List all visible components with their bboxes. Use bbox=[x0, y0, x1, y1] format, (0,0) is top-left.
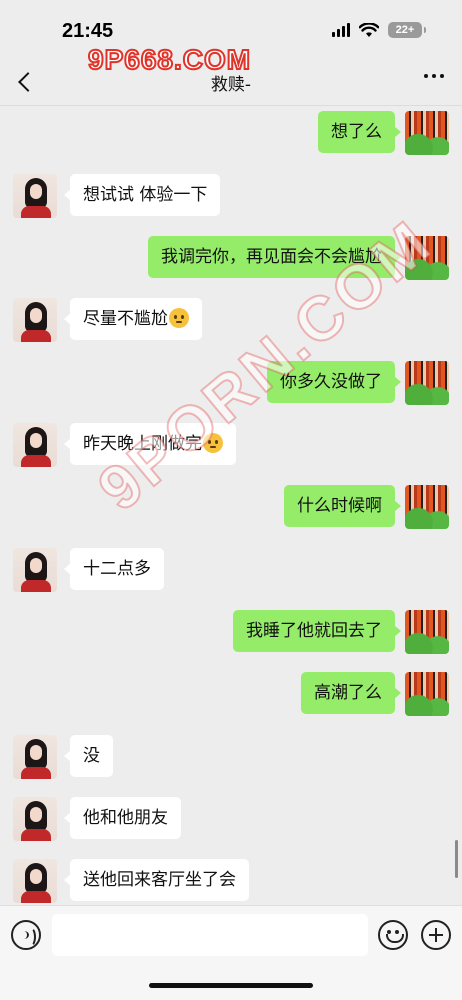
status-time: 21:45 bbox=[62, 20, 114, 42]
message-bubble[interactable]: 高潮了么 bbox=[301, 672, 401, 714]
message-bubble[interactable]: 他和他朋友 bbox=[64, 797, 181, 839]
battery-icon: 22+ bbox=[388, 22, 426, 38]
message-bubble[interactable]: 你多久没做了 bbox=[267, 361, 401, 403]
pleading-face-emoji-icon bbox=[169, 308, 189, 328]
signal-icon bbox=[332, 23, 350, 37]
message-row: 昨天晚上刚做完 bbox=[13, 423, 236, 467]
my-avatar[interactable] bbox=[405, 610, 449, 654]
message-text: 尽量不尴尬 bbox=[83, 309, 168, 329]
message-row: 尽量不尴尬 bbox=[13, 298, 202, 342]
message-bubble[interactable]: 没 bbox=[64, 735, 113, 777]
voice-icon[interactable] bbox=[11, 920, 41, 950]
message-row: 你多久没做了 bbox=[267, 361, 449, 405]
contact-avatar[interactable] bbox=[13, 735, 57, 779]
contact-avatar[interactable] bbox=[13, 797, 57, 841]
watermark-logo: 9P668.COM bbox=[87, 43, 252, 76]
contact-avatar[interactable] bbox=[13, 174, 57, 218]
message-bubble[interactable]: 我睡了他就回去了 bbox=[233, 610, 401, 652]
message-bubble[interactable]: 十二点多 bbox=[64, 548, 164, 590]
message-row: 想了么 bbox=[318, 111, 449, 155]
contact-avatar[interactable] bbox=[13, 423, 57, 467]
message-row: 我睡了他就回去了 bbox=[233, 610, 449, 654]
message-bubble[interactable]: 尽量不尴尬 bbox=[64, 298, 202, 340]
message-bubble[interactable]: 想试试 体验一下 bbox=[63, 174, 221, 216]
message-row: 想试试 体验一下 bbox=[13, 174, 221, 218]
message-bubble[interactable]: 什么时候啊 bbox=[284, 485, 401, 527]
scrollbar[interactable] bbox=[455, 840, 458, 878]
ellipsis-icon[interactable] bbox=[424, 74, 444, 78]
my-avatar[interactable] bbox=[405, 111, 449, 155]
my-avatar[interactable] bbox=[405, 236, 449, 280]
wifi-icon bbox=[359, 22, 379, 37]
message-input[interactable] bbox=[52, 914, 368, 956]
message-row: 我调完你，再见面会不会尴尬 bbox=[148, 236, 449, 280]
my-avatar[interactable] bbox=[405, 485, 449, 529]
message-bubble[interactable]: 昨天晚上刚做完 bbox=[64, 423, 236, 465]
plus-icon[interactable] bbox=[421, 920, 451, 950]
contact-avatar[interactable] bbox=[13, 548, 57, 592]
emoji-icon[interactable] bbox=[378, 920, 408, 950]
contact-avatar[interactable] bbox=[13, 859, 57, 903]
message-bubble[interactable]: 送他回来客厅坐了会 bbox=[64, 859, 249, 901]
home-indicator bbox=[149, 983, 313, 988]
message-row: 高潮了么 bbox=[301, 672, 449, 716]
message-text: 昨天晚上刚做完 bbox=[83, 434, 202, 454]
my-avatar[interactable] bbox=[405, 672, 449, 716]
message-row: 送他回来客厅坐了会 bbox=[13, 859, 249, 903]
contact-avatar[interactable] bbox=[13, 298, 57, 342]
message-row: 十二点多 bbox=[13, 548, 164, 592]
message-row: 没 bbox=[13, 735, 113, 779]
thinking-face-emoji-icon bbox=[203, 433, 223, 453]
my-avatar[interactable] bbox=[405, 361, 449, 405]
message-row: 什么时候啊 bbox=[284, 485, 449, 529]
message-row: 他和他朋友 bbox=[13, 797, 181, 841]
message-bubble[interactable]: 想了么 bbox=[318, 111, 401, 153]
message-bubble[interactable]: 我调完你，再见面会不会尴尬 bbox=[148, 236, 401, 278]
status-icons: 22+ bbox=[332, 22, 426, 38]
